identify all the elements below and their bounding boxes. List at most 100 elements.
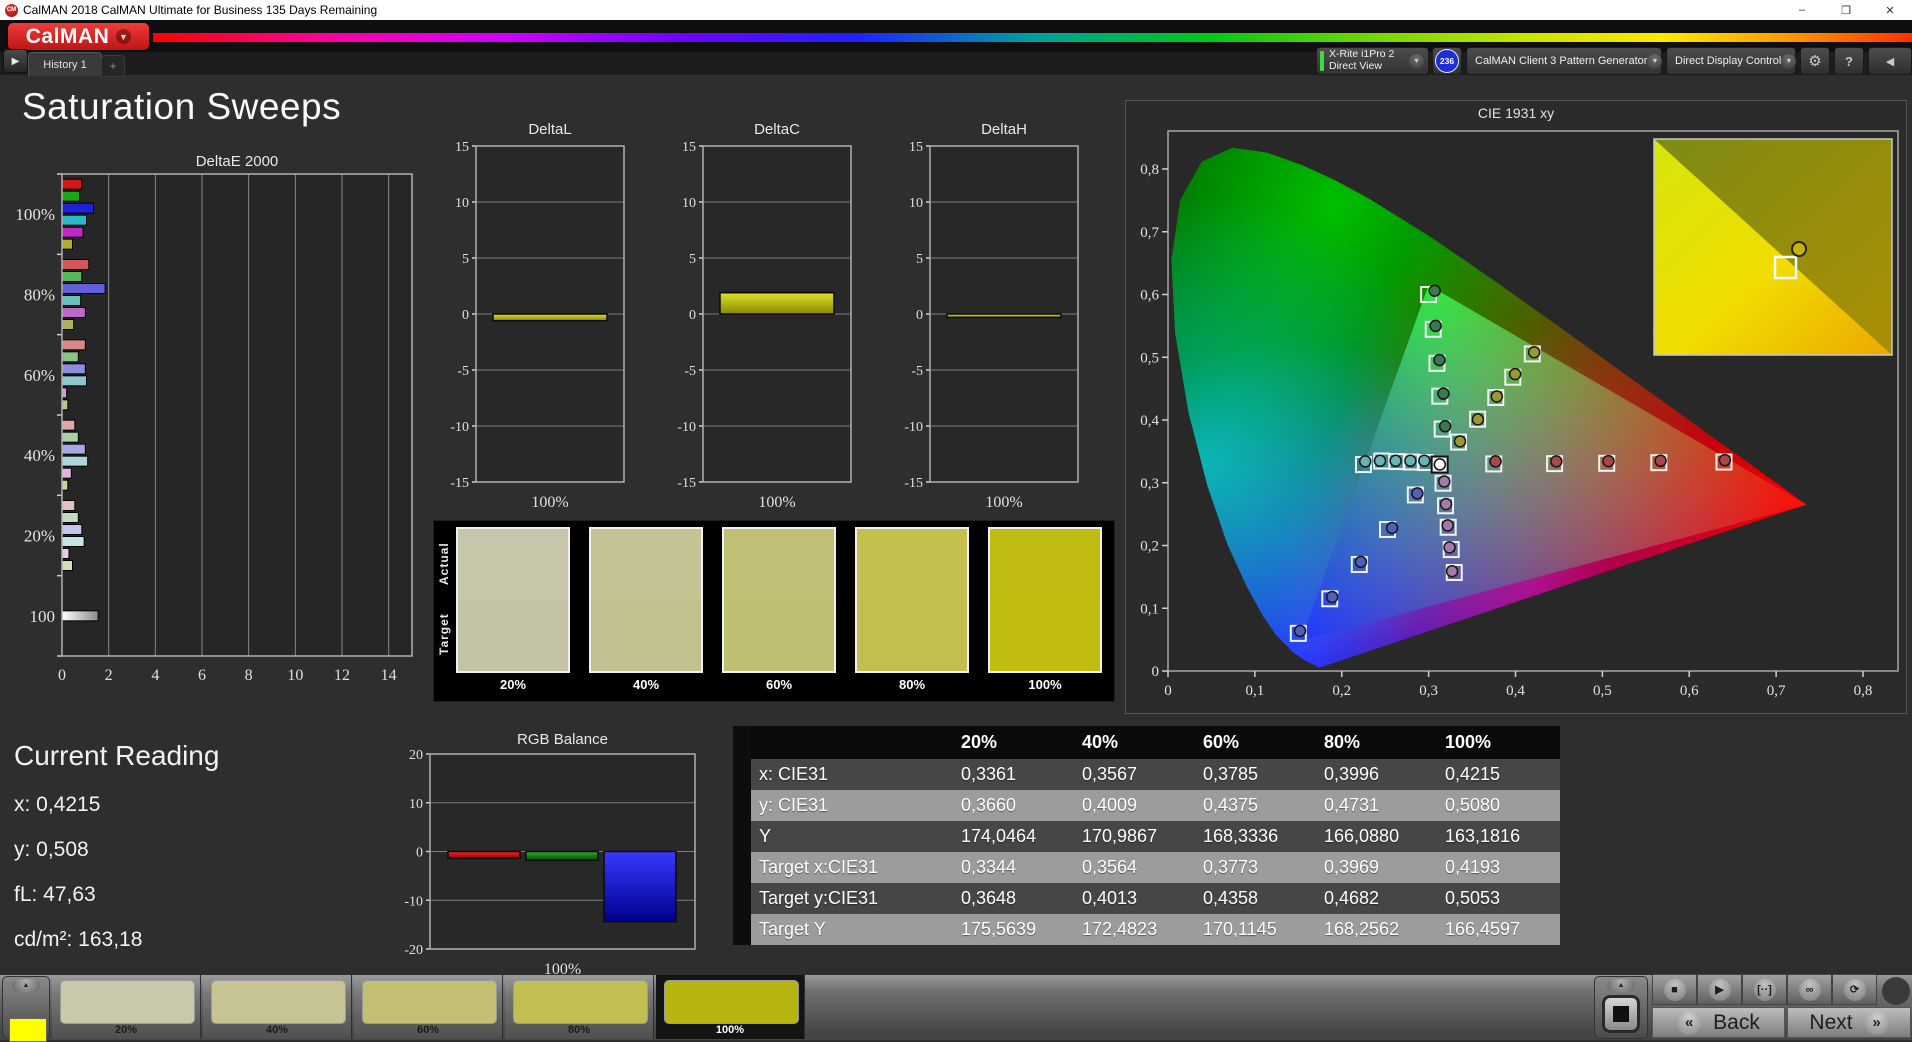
arrow-up-icon: ▲ <box>1617 982 1625 989</box>
svg-text:100%: 100% <box>531 494 568 511</box>
collapse-panel-button[interactable]: ◀ <box>1868 47 1912 75</box>
deltah-chart: DeltaH 15 10 5 0 -5 -10 -15 100% <box>896 118 1086 535</box>
svg-text:0,7: 0,7 <box>1140 225 1159 241</box>
sweep-swatch-60% <box>722 527 836 673</box>
svg-text:0: 0 <box>462 308 469 323</box>
svg-text:-20: -20 <box>404 943 423 958</box>
meter-dropdown[interactable]: X-Rite i1Pro 2 Direct View ▼ <box>1316 47 1429 75</box>
refresh-button[interactable]: ⟳ <box>1832 974 1877 1005</box>
arrow-up-icon: ▲ <box>22 982 30 989</box>
table-row: y: CIE31 0,3660 0,4009 0,4375 0,4731 0,5080 <box>733 790 1560 821</box>
table-row: Target Y 175,5639 172,4823 170,1145 168,2562… <box>733 914 1560 945</box>
svg-text:0,1: 0,1 <box>1140 601 1159 617</box>
display-control-dropdown[interactable]: Direct Display Control ▼ <box>1666 47 1797 75</box>
stop-icon: ■ <box>1663 978 1686 1001</box>
chevron-down-icon: ▼ <box>1781 53 1797 69</box>
svg-text:5: 5 <box>462 252 469 267</box>
chevron-left-icon: ◀ <box>1885 55 1895 68</box>
svg-text:100%: 100% <box>544 961 581 975</box>
settings-button[interactable]: ⚙ <box>1800 47 1830 75</box>
chevron-down-icon: ▼ <box>1409 53 1424 69</box>
svg-text:0: 0 <box>1152 664 1160 680</box>
table-row: x: CIE31 0,3361 0,3567 0,3785 0,3996 0,4215 <box>733 759 1560 790</box>
transport-buttons: ■ ▶ [··] ∞ ⟳ <box>1652 974 1877 1005</box>
svg-text:0,5: 0,5 <box>1140 350 1159 366</box>
svg-text:0,1: 0,1 <box>1246 683 1265 699</box>
svg-text:DeltaC: DeltaC <box>754 121 800 138</box>
svg-text:10: 10 <box>409 797 423 812</box>
back-button-label: Back <box>1713 1010 1760 1034</box>
current-reading-x: x: 0,4215 <box>14 793 101 816</box>
svg-text:0,2: 0,2 <box>1332 683 1351 699</box>
pattern-button-20%[interactable]: 20% <box>52 975 201 1039</box>
svg-text:0,3: 0,3 <box>1419 683 1438 699</box>
cie-chart: 0 0,1 0,2 0,3 0,4 0,5 0,6 0,7 0,8 0 0,1 0,2 0,3 0,4 0,… <box>1126 123 1906 714</box>
pattern-generator-label: CalMAN Client 3 Pattern Generator <box>1475 54 1648 67</box>
svg-text:80%: 80% <box>24 286 55 305</box>
sweep-swatch-80% <box>855 527 969 673</box>
window-title: CalMAN 2018 CalMAN Ultimate for Business… <box>23 3 378 17</box>
pattern-preview-panel: ▲ <box>2 976 50 1042</box>
bottom-bar: ▲ 20% 40% 60% 80% 100% ▲ ■ ▶ [··] ∞ ⟳ « Back Nex… <box>0 974 1912 1042</box>
svg-text:14: 14 <box>381 667 397 684</box>
target-row-label: Target <box>437 613 451 655</box>
stop-button[interactable]: ■ <box>1652 974 1697 1005</box>
sweep-swatch-label: 100% <box>1028 677 1062 692</box>
tab-history-1[interactable]: History 1 <box>28 52 102 76</box>
svg-text:5: 5 <box>689 252 696 267</box>
svg-text:-5: -5 <box>457 364 469 379</box>
chevron-down-icon: ▼ <box>116 29 132 44</box>
sweep-swatch-label: 20% <box>499 677 527 692</box>
pattern-generator-dropdown[interactable]: CalMAN Client 3 Pattern Generator ▼ <box>1466 47 1663 75</box>
stop-icon <box>1613 1006 1629 1022</box>
svg-text:0,7: 0,7 <box>1767 683 1786 699</box>
maximize-icon[interactable]: ❐ <box>1824 0 1868 20</box>
workflow-play-button[interactable]: ▶ <box>3 49 28 73</box>
pattern-button-40%[interactable]: 40% <box>203 975 352 1039</box>
calman-menu-button[interactable]: CalMAN ▼ <box>8 23 149 50</box>
deltae2000-chart: DeltaE 2000 100% 80% 60% 40% 20% 100 0 2 4 6 8 10 12 1… <box>10 148 430 701</box>
svg-text:DeltaE 2000: DeltaE 2000 <box>196 153 279 170</box>
svg-text:10: 10 <box>682 196 696 211</box>
continuous-measure-button[interactable]: ∞ <box>1787 974 1832 1005</box>
meter-count-button[interactable]: 236 <box>1432 47 1462 75</box>
svg-text:0: 0 <box>689 308 696 323</box>
play-button[interactable]: ▶ <box>1697 974 1742 1005</box>
svg-text:10: 10 <box>909 196 923 211</box>
svg-text:0: 0 <box>916 308 923 323</box>
svg-text:100%: 100% <box>15 205 55 224</box>
svg-text:15: 15 <box>682 140 696 155</box>
pattern-button-100%[interactable]: 100% <box>656 975 805 1039</box>
svg-text:2: 2 <box>105 667 113 684</box>
results-table: 20% 40% 60% 80% 100% x: CIE31 0,3361 0,3567 0,37… <box>733 726 1560 945</box>
add-tab-button[interactable]: + <box>101 55 125 77</box>
deltac-chart: DeltaC 15 10 5 0 -5 -10 -15 100% <box>669 118 859 535</box>
pattern-button-60%[interactable]: 60% <box>354 975 503 1039</box>
svg-text:6: 6 <box>198 667 206 684</box>
help-button[interactable]: ? <box>1834 47 1864 75</box>
table-row: Target x:CIE31 0,3344 0,3564 0,3773 0,3969 0,… <box>733 852 1560 883</box>
display-control-label: Direct Display Control <box>1675 54 1782 67</box>
expand-transport-button[interactable]: ▲ <box>1607 979 1635 992</box>
minimize-icon[interactable]: – <box>1780 0 1824 20</box>
stop-measure-button[interactable] <box>1602 995 1640 1033</box>
svg-text:0,4: 0,4 <box>1506 683 1525 699</box>
chevron-down-icon: ▼ <box>1647 53 1663 69</box>
svg-text:100: 100 <box>30 607 56 626</box>
cie-1931-panel: CIE 1931 xy 0 0,1 0,2 0,3 0,4 0,5 0,6 0,7 0,8 0 0,… <box>1125 100 1907 714</box>
close-icon[interactable]: ✕ <box>1868 0 1912 20</box>
svg-text:12: 12 <box>334 667 350 684</box>
back-button[interactable]: « Back <box>1652 1007 1785 1038</box>
svg-text:-10: -10 <box>450 420 469 435</box>
current-pattern-swatch[interactable] <box>9 1018 47 1042</box>
single-measure-button[interactable]: [··] <box>1742 974 1787 1005</box>
pattern-button-80%[interactable]: 80% <box>505 975 654 1039</box>
calman-logo-text: CalMAN <box>25 24 110 48</box>
expand-preview-button[interactable]: ▲ <box>12 979 40 992</box>
sweep-swatch-20% <box>456 527 570 673</box>
svg-text:0,8: 0,8 <box>1140 162 1159 178</box>
svg-text:10: 10 <box>455 196 469 211</box>
svg-text:-15: -15 <box>450 476 469 491</box>
next-button[interactable]: Next » <box>1787 1007 1911 1038</box>
svg-text:DeltaL: DeltaL <box>528 121 571 138</box>
